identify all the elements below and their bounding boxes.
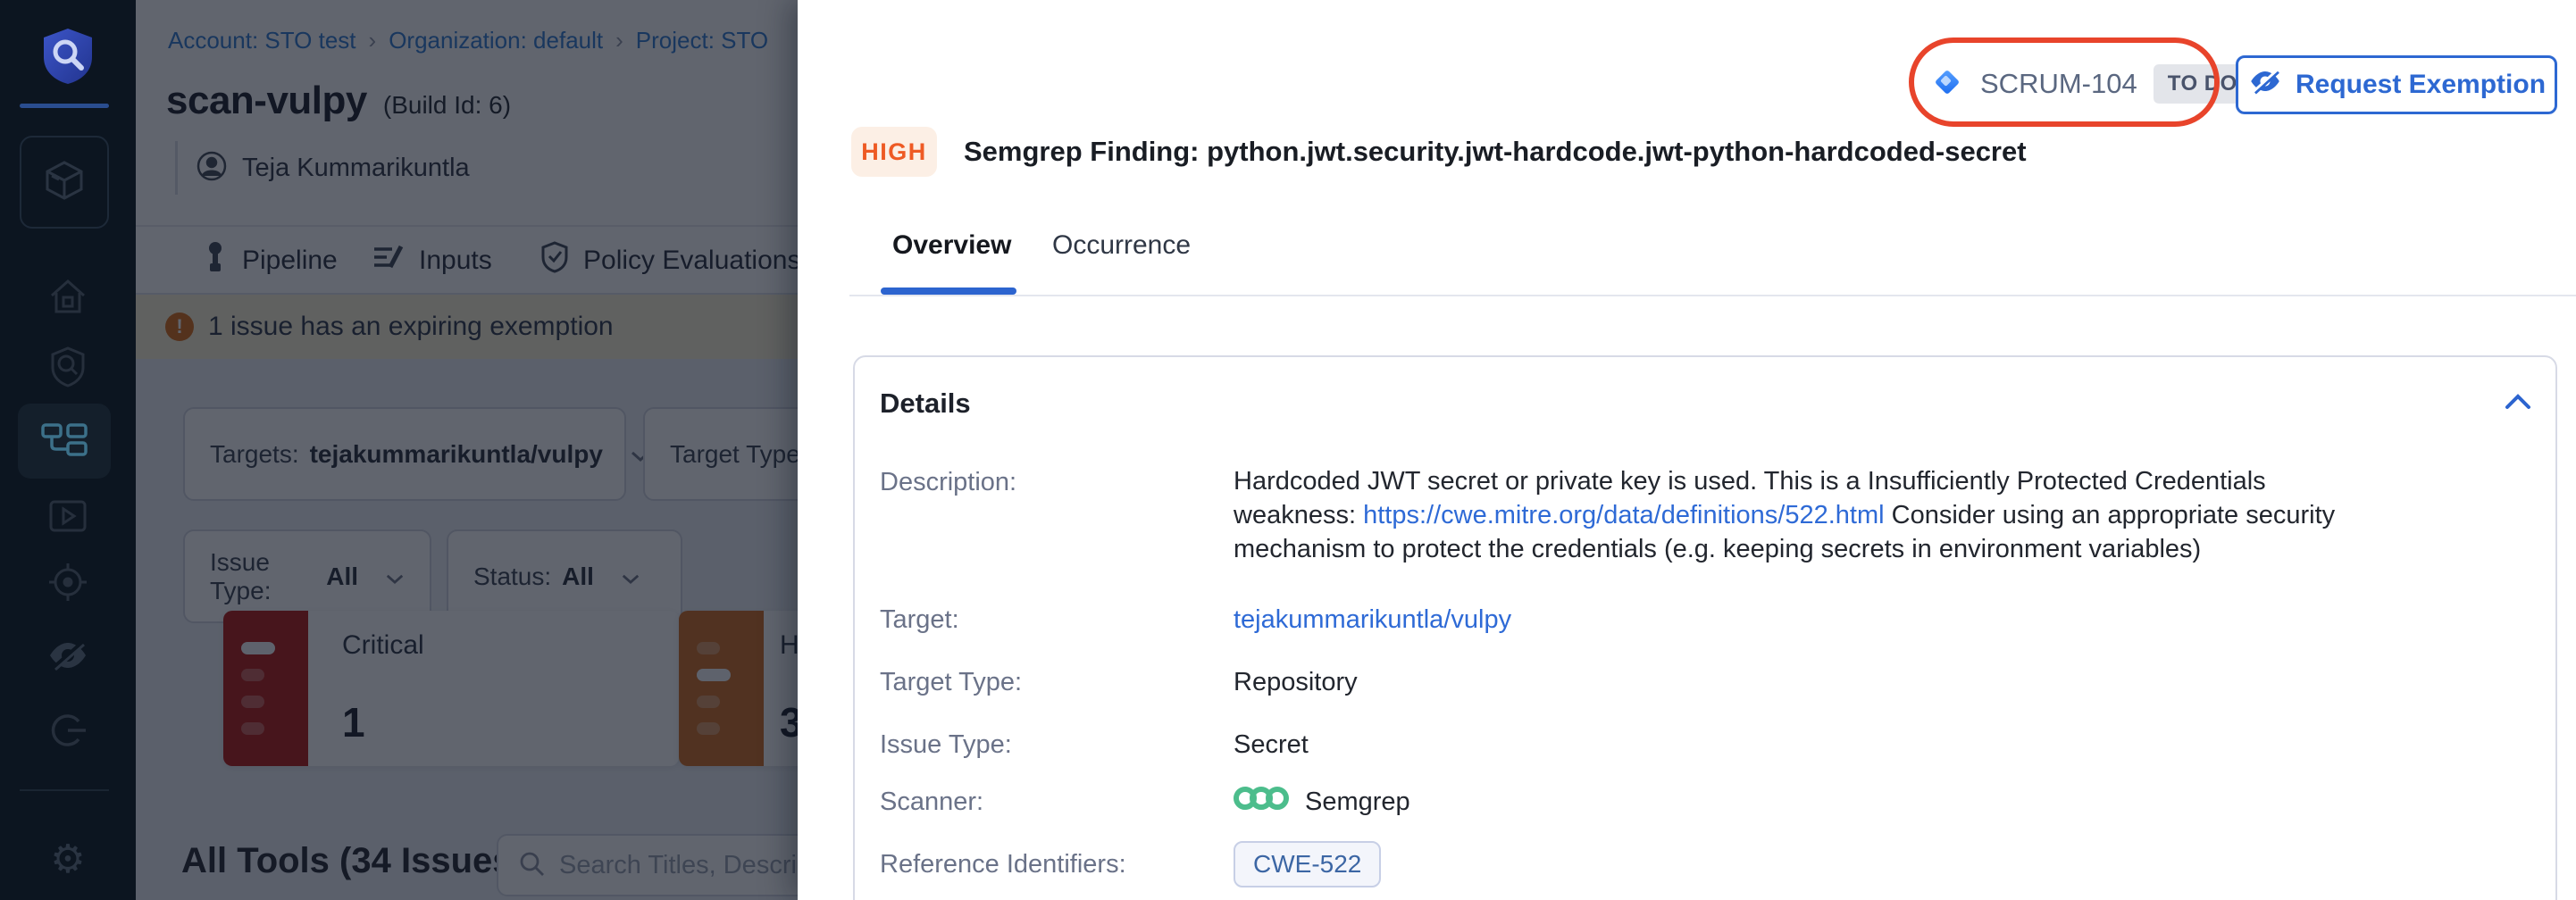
- request-exemption-button[interactable]: Request Exemption: [2236, 55, 2557, 114]
- sidebar-item-home[interactable]: [0, 279, 136, 318]
- reference-identifiers-label: Reference Identifiers:: [880, 850, 1126, 879]
- sto-logo-icon: [0, 25, 136, 88]
- app-window: ⚙ Account: STO test › Organization: defa…: [0, 0, 2576, 900]
- play-box-icon: [48, 499, 88, 538]
- severity-badge-high: HIGH: [851, 127, 937, 177]
- target-label: Target:: [880, 605, 959, 635]
- description-value: Hardcoded JWT secret or private key is u…: [1234, 464, 2335, 566]
- target-crosshair-icon: [47, 562, 88, 607]
- semgrep-logo-icon: [1234, 780, 1292, 823]
- active-tab-underline: [881, 288, 1016, 295]
- sidebar-item-settings[interactable]: ⚙: [0, 838, 136, 882]
- description-line-1: Hardcoded JWT secret or private key is u…: [1234, 464, 2335, 498]
- description-line-2: weakness: https://cwe.mitre.org/data/def…: [1234, 498, 2335, 532]
- eye-slash-icon: [46, 638, 89, 677]
- tab-occurrence[interactable]: Occurrence: [1052, 230, 1191, 261]
- sidebar-item-executions[interactable]: [0, 498, 136, 538]
- cwe-definition-link[interactable]: https://cwe.mitre.org/data/definitions/5…: [1363, 501, 1885, 529]
- target-type-value: Repository: [1234, 668, 1358, 697]
- sidebar-divider: [20, 104, 109, 108]
- scanner-value-row: Semgrep: [1234, 780, 1410, 823]
- sidebar-item-module-switcher[interactable]: [20, 136, 109, 229]
- tab-overview[interactable]: Overview: [892, 230, 1011, 261]
- jira-icon: [1930, 65, 1964, 104]
- finding-title: Semgrep Finding: python.jwt.security.jwt…: [964, 127, 2027, 177]
- target-link[interactable]: tejakummarikuntla/vulpy: [1234, 605, 1511, 635]
- power-arrow-icon: [48, 712, 88, 753]
- request-exemption-label: Request Exemption: [2296, 70, 2546, 100]
- target-type-label: Target Type:: [880, 668, 1022, 697]
- issue-type-value: Secret: [1234, 730, 1309, 760]
- modal-dim-overlay[interactable]: [136, 0, 798, 900]
- sidebar-item-getting-started[interactable]: [0, 712, 136, 752]
- chevron-up-icon[interactable]: [2504, 393, 2532, 415]
- eye-slash-icon: [2247, 68, 2283, 102]
- cwe-chip[interactable]: CWE-522: [1234, 841, 1381, 888]
- sidebar-divider-bottom: [20, 789, 109, 791]
- finding-details-drawer: SCRUM-104 TO DO Request Exemption HIGH S…: [798, 0, 2576, 900]
- sidebar-item-targets[interactable]: [0, 562, 136, 605]
- description-line-3: mechanism to protect the credentials (e.…: [1234, 532, 2335, 566]
- issue-type-label: Issue Type:: [880, 730, 1012, 760]
- gear-icon: ⚙: [50, 840, 85, 879]
- sidebar-item-exemptions[interactable]: [0, 638, 136, 677]
- scanner-label: Scanner:: [880, 788, 983, 817]
- pipeline-flow-icon: [39, 421, 89, 462]
- cube-icon: [41, 157, 88, 208]
- jira-ticket-chip[interactable]: SCRUM-104 TO DO: [1930, 57, 2252, 111]
- jira-ticket-key: SCRUM-104: [1980, 68, 2137, 100]
- sidebar-item-overview-scan[interactable]: [0, 348, 136, 389]
- left-nav-sidebar: ⚙: [0, 0, 136, 900]
- home-icon: [48, 278, 88, 320]
- tabs-divider-line: [849, 295, 2576, 296]
- reference-identifiers-value: CWE-522: [1234, 841, 1381, 888]
- description-label: Description:: [880, 468, 1016, 497]
- scanner-name: Semgrep: [1305, 788, 1410, 817]
- details-card: Details Description: Hardcoded JWT secre…: [853, 355, 2557, 900]
- sidebar-item-pipelines-active[interactable]: [18, 404, 111, 479]
- shield-search-icon: [49, 346, 87, 392]
- details-heading: Details: [880, 388, 971, 420]
